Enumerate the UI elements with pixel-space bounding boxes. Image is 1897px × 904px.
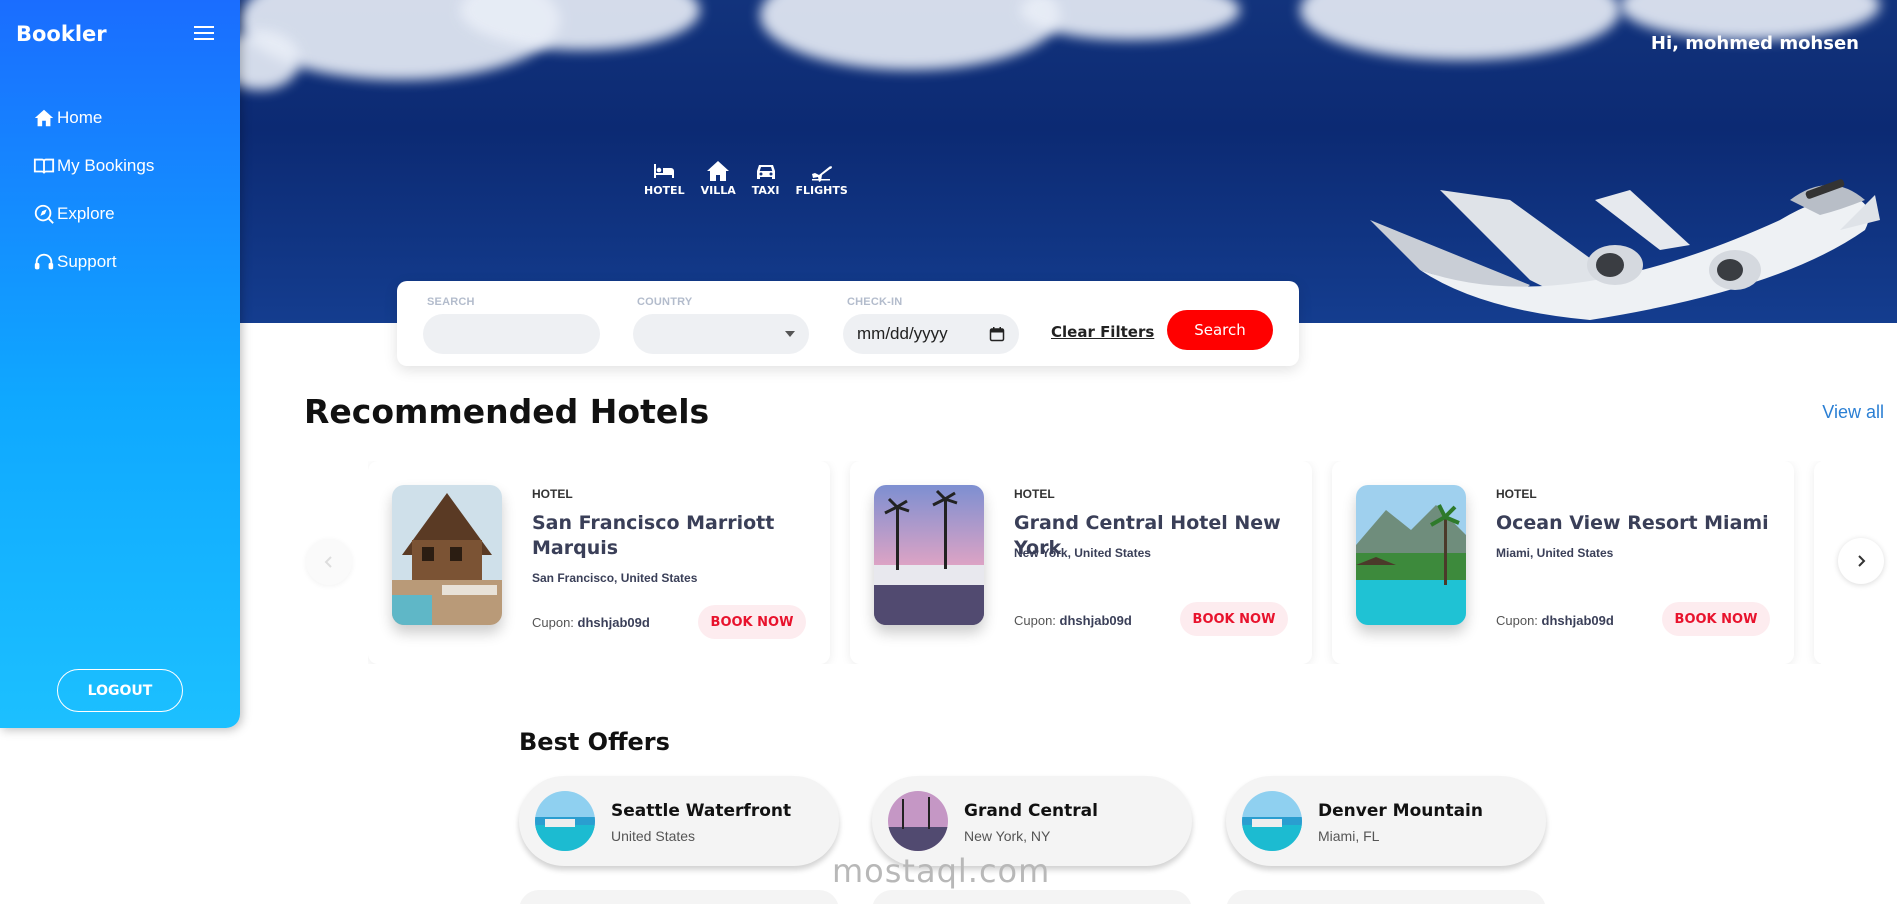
- hotel-card[interactable]: HOTEL San Francisco Marriott Marquis San…: [368, 461, 830, 664]
- hotel-location: New York, United States: [1014, 546, 1151, 560]
- category-taxi[interactable]: TAXI: [751, 160, 780, 197]
- page: Hi, mohmed mohsen HOTEL VILLA TAXI FLIGH…: [0, 0, 1897, 904]
- airplane-illustration: [1370, 179, 1880, 320]
- search-label: SEARCH: [427, 296, 475, 308]
- offer-image: [535, 791, 595, 851]
- best-offers-title: Best Offers: [519, 728, 670, 756]
- user-greeting: Hi, mohmed mohsen: [1650, 33, 1859, 54]
- country-label: COUNTRY: [637, 296, 693, 308]
- offer-name: Seattle Waterfront: [611, 801, 792, 821]
- offer-image: [888, 791, 948, 851]
- category-hotel[interactable]: HOTEL: [644, 160, 685, 197]
- search-button[interactable]: Search: [1167, 310, 1273, 350]
- offer-location: Miami, FL: [1318, 828, 1380, 844]
- explore-icon: [34, 204, 54, 224]
- hotel-coupon: Cupon: dhshjab09d: [1014, 613, 1132, 628]
- date-placeholder: mm/dd/yyyy: [857, 324, 948, 343]
- carousel-next-button[interactable]: [1838, 538, 1884, 584]
- bed-icon: [654, 164, 675, 178]
- sidebar-item-my-bookings[interactable]: My Bookings: [33, 154, 154, 178]
- hotel-card[interactable]: [1814, 461, 1821, 664]
- offer-card[interactable]: [519, 890, 839, 904]
- checkin-date-input[interactable]: mm/dd/yyyy: [843, 314, 1019, 354]
- book-now-button[interactable]: BOOK NOW: [698, 605, 806, 639]
- category-label: VILLA: [700, 184, 736, 197]
- search-field[interactable]: [423, 314, 600, 354]
- sidebar-item-support[interactable]: Support: [33, 250, 154, 274]
- menu-toggle-icon[interactable]: [194, 26, 214, 42]
- carousel-prev-button[interactable]: [306, 539, 352, 585]
- hotel-type: HOTEL: [1496, 487, 1537, 501]
- hotel-coupon: Cupon: dhshjab09d: [1496, 613, 1614, 628]
- clear-filters-link[interactable]: Clear Filters: [1051, 323, 1154, 341]
- cloud: [1020, 0, 1240, 40]
- category-tabs: HOTEL VILLA TAXI FLIGHTS: [644, 160, 848, 197]
- book-now-button[interactable]: BOOK NOW: [1180, 602, 1288, 636]
- cloud: [1300, 0, 1620, 60]
- hotel-image: [1356, 485, 1466, 625]
- hotel-type: HOTEL: [532, 487, 573, 501]
- offer-card[interactable]: [872, 890, 1192, 904]
- sidebar-item-label: Home: [57, 108, 103, 127]
- view-all-link[interactable]: View all: [1822, 402, 1884, 423]
- sidebar-nav: Home My Bookings Explore Support: [33, 106, 154, 298]
- hotel-card[interactable]: HOTEL Ocean View Resort Miami Miami, Uni…: [1332, 461, 1794, 664]
- country-select[interactable]: [633, 314, 809, 354]
- watermark: mostaql.com: [832, 852, 1051, 890]
- sidebar-item-label: Support: [57, 252, 117, 271]
- hero-banner: Hi, mohmed mohsen HOTEL VILLA TAXI FLIGH…: [240, 0, 1897, 323]
- hotel-name: Ocean View Resort Miami: [1496, 512, 1769, 534]
- sidebar-item-home[interactable]: Home: [33, 106, 154, 130]
- brand-logo[interactable]: Bookler: [16, 22, 107, 46]
- hotel-image: [874, 485, 984, 625]
- home-icon: [34, 109, 54, 127]
- cloud: [760, 0, 1060, 70]
- chevron-right-icon: [1858, 555, 1866, 567]
- sidebar-item-label: Explore: [57, 204, 115, 223]
- category-label: FLIGHTS: [795, 184, 848, 197]
- category-villa[interactable]: VILLA: [701, 160, 736, 197]
- book-now-button[interactable]: BOOK NOW: [1662, 602, 1770, 636]
- checkin-label: CHECK-IN: [847, 296, 903, 308]
- chevron-left-icon: [324, 556, 332, 568]
- category-flights[interactable]: FLIGHTS: [795, 160, 848, 197]
- chevron-down-icon: [785, 331, 795, 337]
- book-icon: [33, 158, 55, 174]
- hotel-coupon: Cupon: dhshjab09d: [532, 615, 650, 630]
- hotel-location: Miami, United States: [1496, 546, 1614, 560]
- sidebar: Bookler Home My Bookings Explore Support…: [0, 0, 240, 728]
- hotel-type: HOTEL: [1014, 487, 1055, 501]
- category-label: TAXI: [751, 184, 780, 197]
- category-label: HOTEL: [644, 184, 685, 197]
- offer-location: New York, NY: [964, 828, 1051, 844]
- calendar-icon[interactable]: [989, 326, 1005, 342]
- recommended-title: Recommended Hotels: [304, 392, 710, 431]
- hotel-location: San Francisco, United States: [532, 571, 698, 585]
- sidebar-item-explore[interactable]: Explore: [33, 202, 154, 226]
- offer-card[interactable]: Denver Mountain Miami, FL: [1226, 776, 1546, 866]
- house-icon: [707, 161, 730, 181]
- hotel-name: San Francisco Marriott Marquis: [532, 512, 775, 559]
- offer-image: [1242, 791, 1302, 851]
- search-panel: SEARCH COUNTRY CHECK-IN mm/dd/yyyy Clear…: [397, 281, 1299, 366]
- search-input[interactable]: [423, 314, 600, 354]
- car-icon: [756, 165, 775, 179]
- offer-name: Grand Central: [964, 801, 1098, 821]
- logout-button[interactable]: LOGOUT: [57, 669, 183, 712]
- offer-name: Denver Mountain: [1318, 801, 1483, 821]
- hotel-card[interactable]: HOTEL Grand Central Hotel New York New Y…: [850, 461, 1312, 664]
- offer-location: United States: [611, 828, 696, 844]
- offer-card[interactable]: Seattle Waterfront United States: [519, 776, 839, 866]
- offer-card[interactable]: [1226, 890, 1546, 904]
- hotel-image: [392, 485, 502, 625]
- sidebar-item-label: My Bookings: [57, 156, 155, 175]
- headset-icon: [34, 253, 54, 270]
- hotel-carousel: HOTEL San Francisco Marriott Marquis San…: [368, 461, 1821, 664]
- plane-icon: [811, 166, 832, 182]
